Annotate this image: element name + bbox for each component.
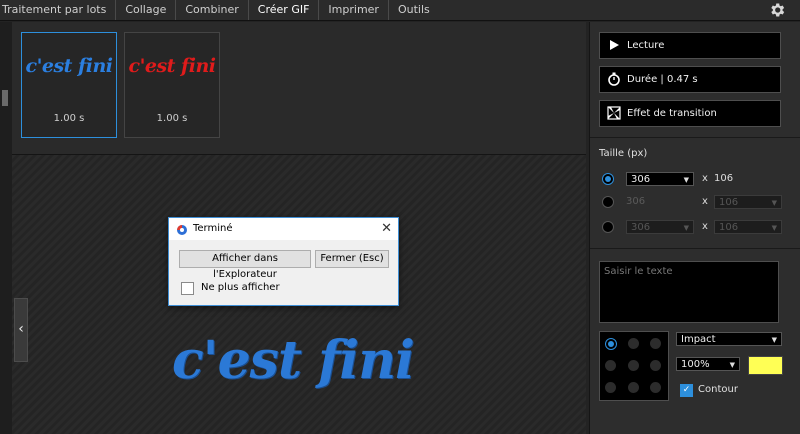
tab-imprimer[interactable]: Imprimer [319, 0, 389, 20]
frame-text: c'est fini [128, 55, 217, 77]
frame-text: c'est fini [25, 55, 114, 77]
x-separator: x [702, 196, 708, 207]
tab-creer-gif[interactable]: Créer GIF [249, 0, 320, 20]
tab-outils[interactable]: Outils [389, 0, 439, 20]
x-separator: x [702, 173, 708, 184]
transition-icon [607, 106, 621, 120]
size-radio-2[interactable] [602, 196, 614, 208]
chevron-down-icon: ▼ [771, 224, 777, 232]
dialog-title: Terminé [193, 223, 233, 234]
divider [590, 137, 800, 138]
play-icon [610, 40, 619, 50]
size-radio-3[interactable] [602, 221, 614, 233]
zoom-value: 100% [681, 359, 710, 370]
width-value: 306 [631, 222, 651, 233]
text-color-swatch[interactable] [748, 356, 783, 375]
height-value: 106 [719, 197, 739, 208]
gear-icon[interactable] [768, 1, 786, 19]
duration-button-label: Durée | 0.47 s [627, 74, 698, 85]
align-top-left-dot[interactable] [605, 338, 617, 350]
app-logo-icon [177, 225, 187, 235]
dialog-titlebar: Terminé ✕ [169, 218, 398, 240]
width-value: 306 [631, 174, 651, 185]
tab-collage[interactable]: Collage [116, 0, 177, 20]
size-radio-1[interactable] [602, 173, 614, 185]
x-separator: x [702, 221, 708, 232]
height-value: 106 [714, 173, 734, 184]
align-top-right-dot[interactable] [650, 338, 661, 349]
tab-combiner[interactable]: Combiner [176, 0, 249, 20]
height-select-2[interactable]: 106 ▼ [714, 195, 782, 209]
left-scroll-strip [0, 22, 12, 434]
contour-label: Contour [698, 384, 738, 395]
done-dialog: Terminé ✕ Afficher dans l'Explorateur Fe… [168, 217, 399, 306]
text-input[interactable]: Saisir le texte [599, 261, 779, 323]
tab-traitement-par-lots[interactable]: Traitement par lots [0, 0, 117, 20]
duration-button[interactable]: Durée | 0.47 s [599, 66, 781, 93]
contour-checkbox[interactable]: ✓ [680, 384, 693, 397]
scrollbar-thumb[interactable] [2, 90, 8, 106]
previous-arrow-button[interactable]: ‹ [14, 298, 28, 362]
tab-list: Traitement par lots Collage Combiner Cré… [0, 0, 439, 20]
font-value: Impact [681, 334, 716, 345]
play-button[interactable]: Lecture [599, 32, 781, 59]
play-button-label: Lecture [627, 40, 665, 51]
frame-thumbnail[interactable]: c'est fini 1.00 s [124, 32, 220, 138]
align-middle-right-dot[interactable] [650, 360, 661, 371]
frame-strip: c'est fini 1.00 s c'est fini 1.00 s [12, 22, 586, 155]
chevron-down-icon: ▼ [683, 224, 689, 232]
transition-effect-button[interactable]: Effet de transition [599, 100, 781, 127]
chevron-down-icon: ▼ [771, 199, 777, 207]
show-in-explorer-button[interactable]: Afficher dans l'Explorateur [179, 250, 311, 280]
dont-show-again-label: Ne plus afficher [201, 282, 280, 293]
frame-duration: 1.00 s [53, 113, 85, 124]
chevron-down-icon: ▼ [729, 361, 735, 369]
width-value: 306 [626, 196, 646, 207]
width-select-3[interactable]: 306 ▼ [626, 220, 694, 234]
divider [590, 248, 800, 249]
transition-button-label: Effet de transition [627, 108, 717, 119]
stopwatch-icon [608, 72, 620, 86]
top-tab-bar: Traitement par lots Collage Combiner Cré… [0, 0, 800, 21]
preview-text: c'est fini [172, 330, 415, 391]
zoom-select[interactable]: 100% ▼ [676, 357, 740, 371]
dont-show-again-checkbox[interactable] [181, 282, 194, 295]
height-select-3[interactable]: 106 ▼ [714, 220, 782, 234]
frame-duration: 1.00 s [156, 113, 188, 124]
align-middle-center-dot[interactable] [628, 360, 639, 371]
alignment-grid [599, 331, 669, 401]
height-value: 106 [719, 222, 739, 233]
width-select-1[interactable]: 306 ▼ [626, 172, 694, 186]
close-esc-button[interactable]: Fermer (Esc) [315, 250, 389, 268]
close-icon[interactable]: ✕ [381, 221, 392, 236]
align-bottom-right-dot[interactable] [650, 382, 661, 393]
align-top-center-dot[interactable] [628, 338, 639, 349]
align-bottom-center-dot[interactable] [628, 382, 639, 393]
chevron-down-icon: ▼ [683, 176, 689, 184]
size-label: Taille (px) [599, 148, 648, 159]
font-select[interactable]: Impact ▼ [676, 332, 782, 346]
settings-panel: Lecture Durée | 0.47 s Effet de transiti… [589, 22, 800, 434]
align-middle-left-dot[interactable] [605, 360, 616, 371]
align-bottom-left-dot[interactable] [605, 382, 616, 393]
chevron-down-icon: ▼ [771, 336, 777, 344]
frame-thumbnail[interactable]: c'est fini 1.00 s [21, 32, 117, 138]
